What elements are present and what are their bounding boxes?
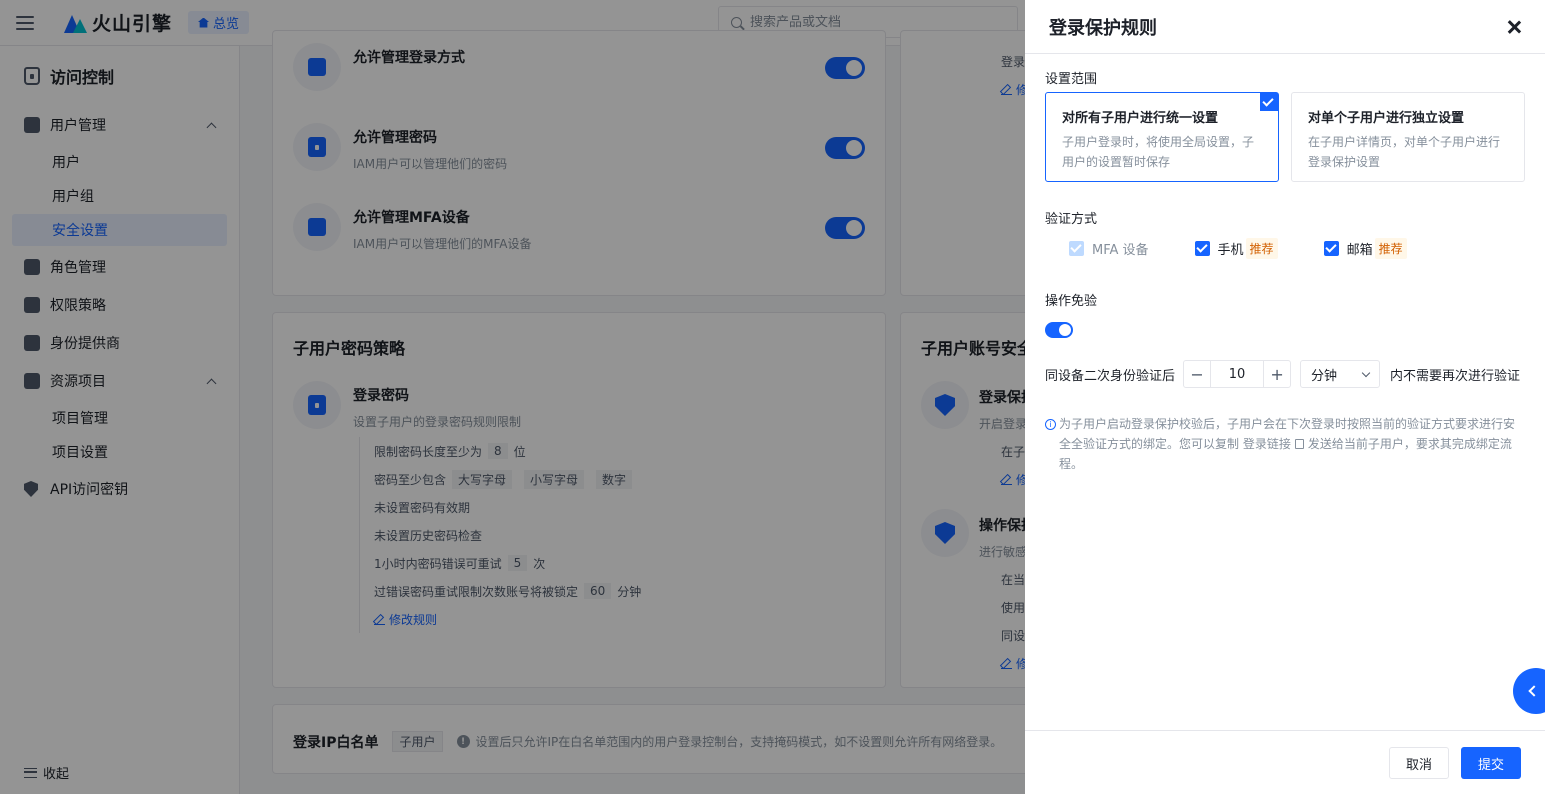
method-phone-checkbox[interactable]: 手机 推荐 [1194, 238, 1278, 259]
copy-icon[interactable] [1294, 439, 1304, 449]
cancel-button[interactable]: 取消 [1389, 747, 1449, 779]
decrement-button[interactable]: − [1184, 361, 1210, 387]
scope-label: 设置范围 [1045, 72, 1098, 87]
scope-option-desc: 子用户登录时，将使用全局设置，子用户的设置暂时保存 [1062, 135, 1255, 169]
scope-option-single[interactable]: 对单个子用户进行独立设置 在子用户详情页，对单个子用户进行登录保护设置 [1291, 92, 1525, 182]
checkbox-icon [1323, 241, 1339, 256]
drawer-title: 登录保护规则 [1049, 17, 1157, 39]
method-label: 手机 [1217, 243, 1244, 258]
repeat-pre-text: 同设备二次身份验证后 [1045, 368, 1176, 384]
method-label: MFA 设备 [1092, 243, 1149, 258]
chevron-down-icon [1361, 368, 1371, 377]
checkbox-icon [1194, 241, 1210, 256]
exempt-toggle[interactable] [1045, 322, 1073, 338]
check-corner-icon [1260, 93, 1278, 111]
repeat-value-input[interactable]: 10 [1210, 361, 1265, 387]
info-note: i 为子用户启动登录保护校验后，子用户会在下次登录时按照当前的验证方式要求进行安… [1045, 414, 1517, 474]
method-email-checkbox[interactable]: 邮箱 推荐 [1323, 238, 1407, 259]
modal-overlay[interactable] [0, 0, 1025, 794]
drawer-header: 登录保护规则 [1025, 0, 1545, 54]
method-mfa-checkbox[interactable]: MFA 设备 [1069, 239, 1149, 258]
note-text: 为子用户启动登录保护校验后，子用户会在下次登录时按照当前的验证方式要求进行安全全… [1059, 414, 1517, 474]
method-label: 邮箱 [1346, 243, 1373, 258]
verify-method-label: 验证方式 [1045, 212, 1098, 227]
verify-methods: MFA 设备 手机 推荐 邮箱 推荐 [1069, 238, 1453, 259]
scope-option-all[interactable]: 对所有子用户进行统一设置 子用户登录时，将使用全局设置，子用户的设置暂时保存 [1045, 92, 1279, 182]
info-icon: i [1045, 419, 1056, 430]
increment-button[interactable]: + [1264, 361, 1290, 387]
submit-button[interactable]: 提交 [1461, 747, 1521, 779]
recommend-badge: 推荐 [1245, 238, 1278, 259]
repeat-minutes-stepper: − 10 + [1183, 360, 1292, 388]
recommend-badge: 推荐 [1374, 238, 1407, 259]
unit-select-value: 分钟 [1311, 368, 1338, 384]
unit-select[interactable]: 分钟 [1300, 360, 1381, 388]
close-icon[interactable] [1507, 20, 1521, 34]
scope-option-title: 对单个子用户进行独立设置 [1308, 111, 1465, 126]
scope-option-title: 对所有子用户进行统一设置 [1062, 111, 1219, 126]
scope-option-desc: 在子用户详情页，对单个子用户进行登录保护设置 [1308, 135, 1501, 169]
repeat-verify-row: 同设备二次身份验证后 − 10 + 分钟 内不需要再次进行验证 [1045, 360, 1520, 388]
checkbox-icon [1069, 241, 1084, 256]
repeat-post-text: 内不需要再次进行验证 [1390, 368, 1521, 384]
login-protection-drawer: 登录保护规则 设置范围 对所有子用户进行统一设置 子用户登录时，将使用全局设置，… [1025, 0, 1545, 794]
exempt-label: 操作免验 [1045, 294, 1098, 309]
drawer-footer: 取消 提交 [1025, 730, 1545, 794]
